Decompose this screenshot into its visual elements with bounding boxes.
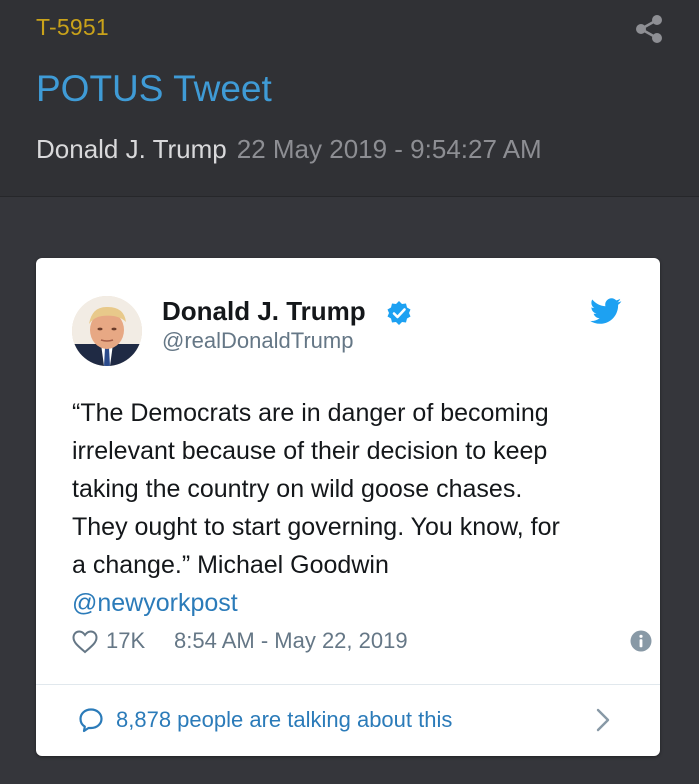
author-name[interactable]: Donald J. Trump bbox=[36, 134, 227, 164]
tweet-header: T-5951 POTUS Tweet Donald J. Trump 22 May… bbox=[0, 0, 699, 197]
page-title: POTUS Tweet bbox=[36, 68, 272, 109]
talking-about-link[interactable]: 8,878 people are talking about this bbox=[36, 685, 660, 756]
avatar-portrait-icon bbox=[72, 296, 142, 366]
verified-badge-icon bbox=[387, 301, 411, 325]
tweet-footer: 17K 8:54 AM - May 22, 2019 bbox=[72, 628, 652, 658]
tweet-text-line: a change.” Michael Goodwin bbox=[72, 551, 389, 579]
mention-link[interactable]: @newyorkpost bbox=[72, 589, 238, 617]
tweet-handle[interactable]: @realDonaldTrump bbox=[162, 328, 353, 354]
tweet-display-name[interactable]: Donald J. Trump bbox=[162, 296, 366, 327]
meta-line: Donald J. Trump 22 May 2019 - 9:54:27 AM bbox=[36, 134, 542, 165]
heart-icon[interactable] bbox=[72, 630, 98, 654]
chevron-right-icon[interactable] bbox=[596, 708, 610, 732]
avatar[interactable] bbox=[72, 296, 142, 366]
post-timestamp: 22 May 2019 - 9:54:27 AM bbox=[236, 134, 542, 164]
tweet-body: “The Democrats are in danger of becoming… bbox=[72, 394, 632, 622]
embedded-tweet-card[interactable]: Donald J. Trump @realDonaldTrump “The De… bbox=[36, 258, 660, 756]
twitter-bird-icon[interactable] bbox=[590, 298, 622, 326]
tweet-text-line: taking the country on wild goose chases. bbox=[72, 475, 523, 503]
share-icon[interactable] bbox=[632, 12, 666, 46]
talking-about-text[interactable]: 8,878 people are talking about this bbox=[116, 707, 452, 733]
speech-bubble-icon bbox=[79, 708, 103, 733]
ticket-id: T-5951 bbox=[36, 14, 109, 40]
tweet-time[interactable]: 8:54 AM - May 22, 2019 bbox=[174, 628, 408, 654]
tweet-text-line: “The Democrats are in danger of becoming bbox=[72, 399, 549, 427]
like-count: 17K bbox=[106, 628, 146, 653]
tweet-text-line: They ought to start governing. You know,… bbox=[72, 513, 560, 541]
info-icon[interactable] bbox=[630, 630, 652, 652]
tweet-text-line: irrelevant because of their decision to … bbox=[72, 437, 548, 465]
